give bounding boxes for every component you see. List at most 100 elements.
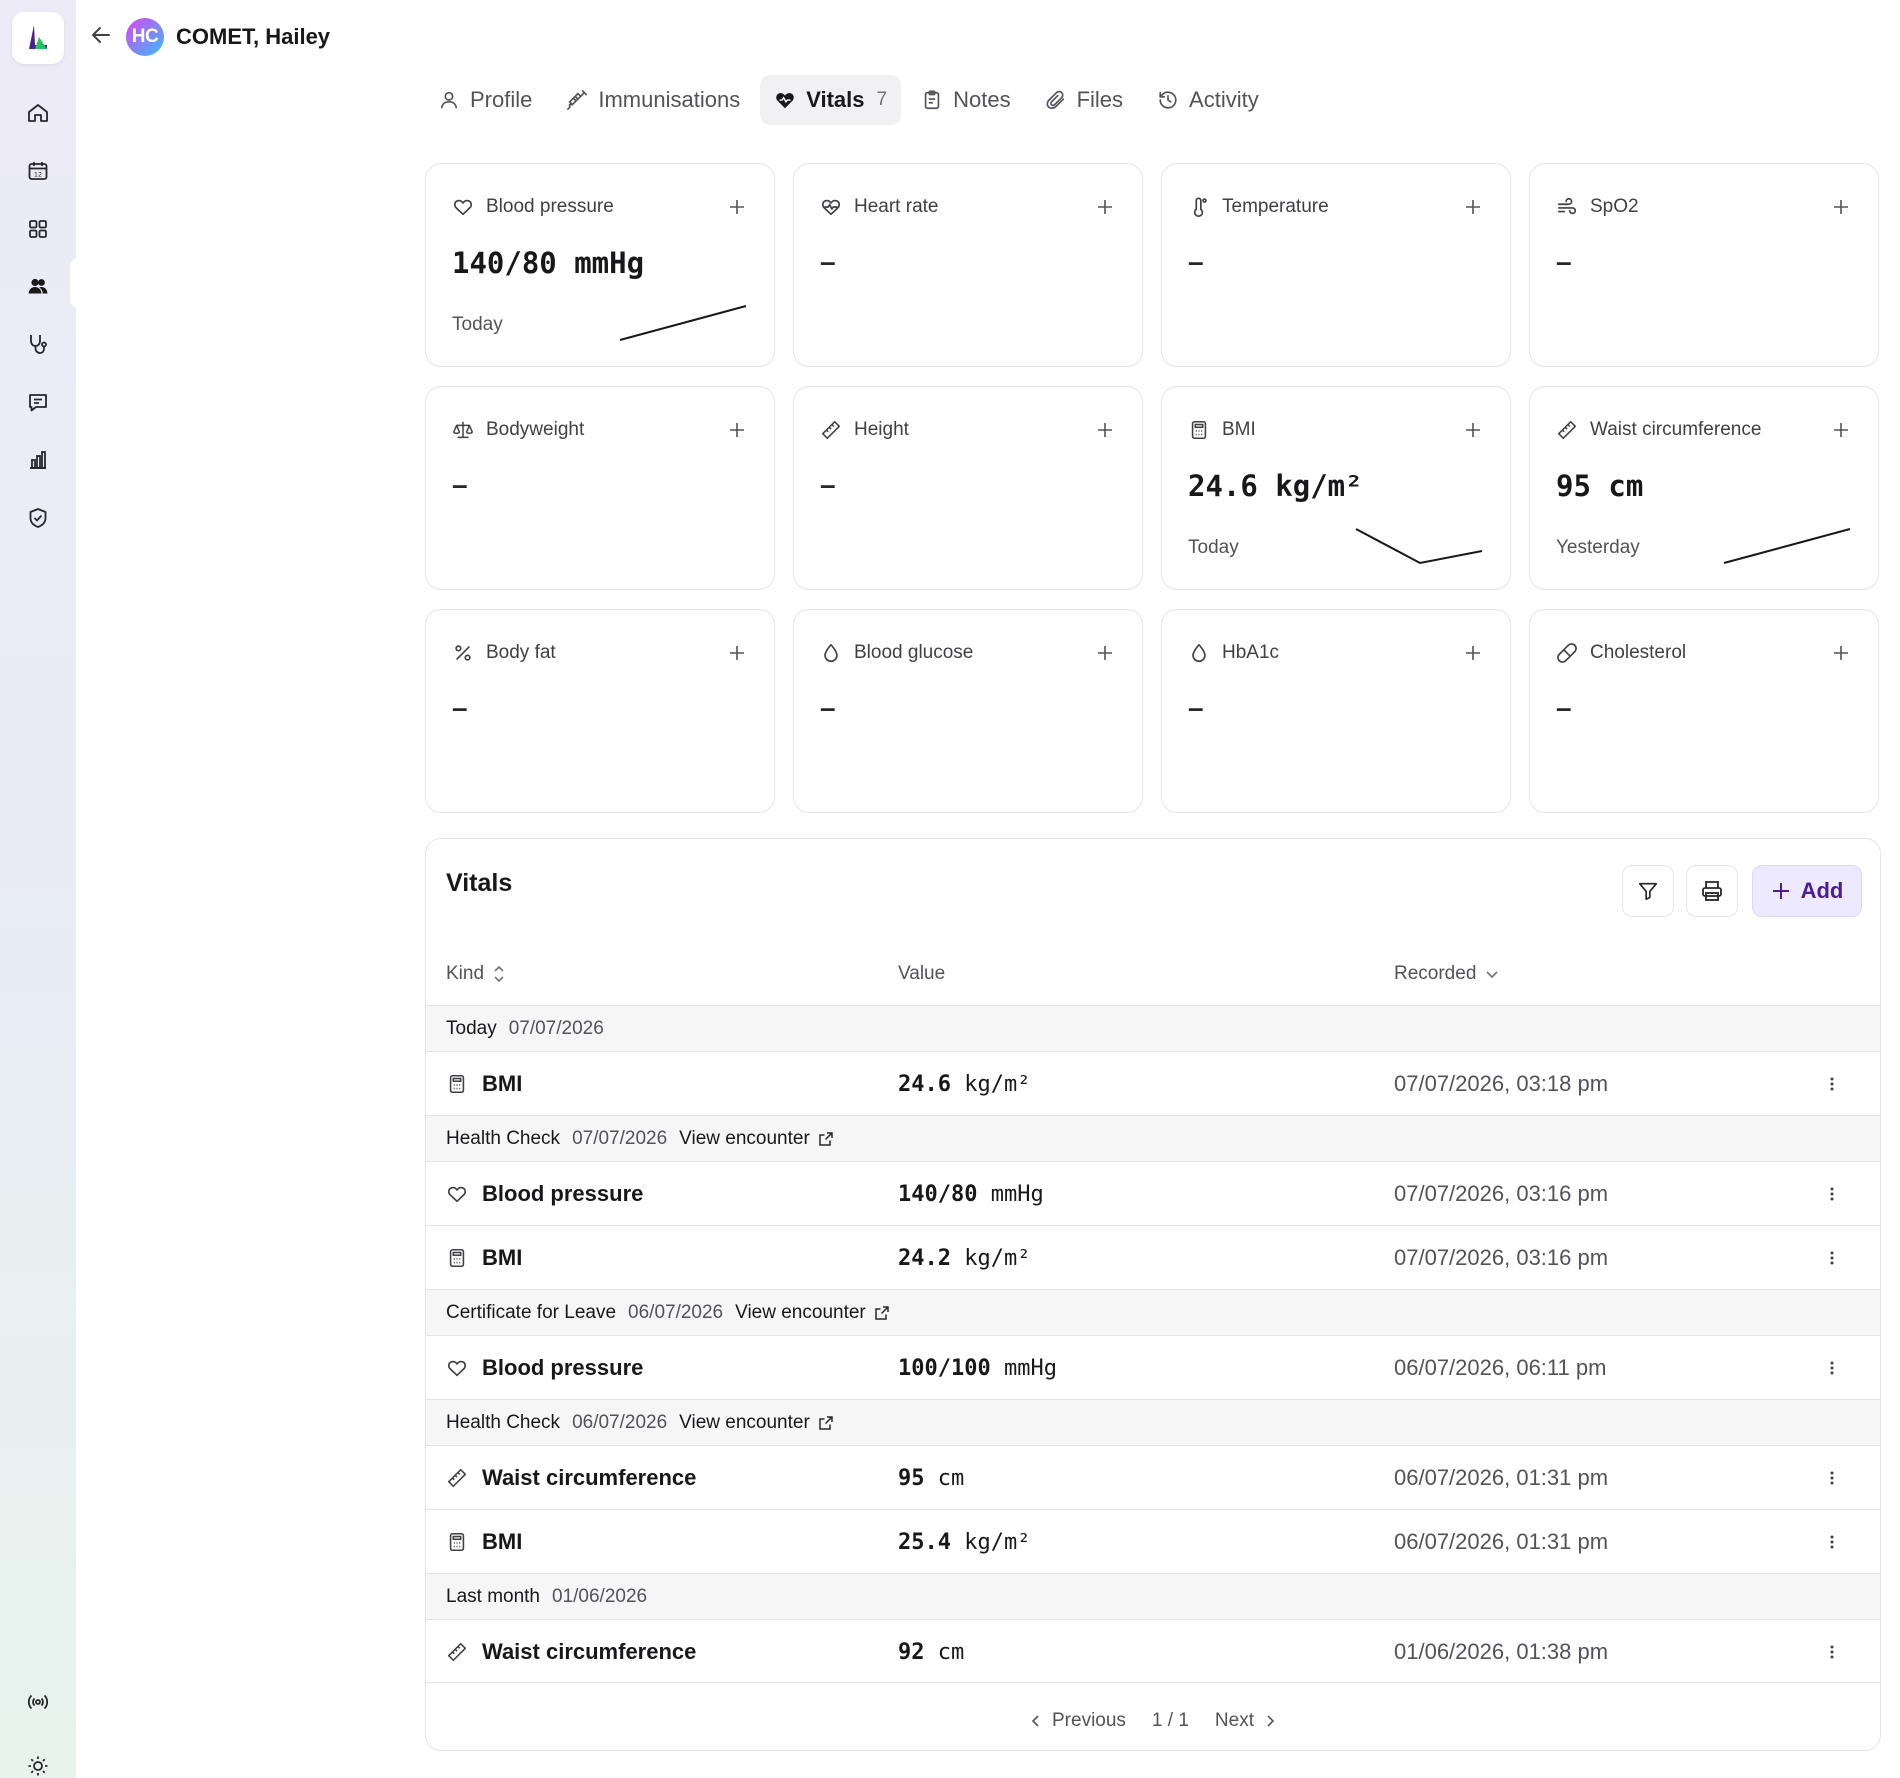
table-row[interactable]: Waist circumference 95 cm 06/07/2026, 01… <box>426 1445 1880 1509</box>
table-row[interactable]: Waist circumference 92 cm 01/06/2026, 01… <box>426 1619 1880 1683</box>
vital-card-blood-glucose[interactable]: Blood glucose – <box>793 609 1143 813</box>
table-row[interactable]: Blood pressure 100/100 mmHg 06/07/2026, … <box>426 1335 1880 1399</box>
table-row[interactable]: BMI 24.6 kg/m² 07/07/2026, 03:18 pm <box>426 1051 1880 1115</box>
tab-files[interactable]: Files <box>1031 75 1137 125</box>
add-reading-button[interactable] <box>1094 642 1116 664</box>
tab-label: Immunisations <box>598 87 741 112</box>
home-icon <box>28 104 48 122</box>
tab-label: Notes <box>953 87 1011 112</box>
add-reading-button[interactable] <box>1094 419 1116 441</box>
row-kind: Waist circumference <box>482 1639 697 1664</box>
nav-reports[interactable] <box>0 436 76 484</box>
vital-card-bodyweight[interactable]: Bodyweight – <box>425 386 775 590</box>
view-encounter-link[interactable]: View encounter <box>735 1302 890 1324</box>
row-kind: Blood pressure <box>482 1355 644 1380</box>
shield-check-icon <box>29 508 47 528</box>
stethoscope-icon <box>30 335 47 354</box>
tab-vitals[interactable]: Vitals 7 <box>760 75 902 125</box>
nav-apps[interactable] <box>0 205 76 253</box>
svg-text:12: 12 <box>34 171 42 179</box>
table-row[interactable]: Blood pressure 140/80 mmHg 07/07/2026, 0… <box>426 1161 1880 1225</box>
nav-patients[interactable] <box>0 262 76 310</box>
row-more-button[interactable] <box>1822 1052 1842 1116</box>
heart-pulse-icon <box>821 199 841 216</box>
print-button[interactable] <box>1686 865 1738 917</box>
tab-label: Activity <box>1189 87 1259 112</box>
card-title: Cholesterol <box>1590 642 1687 663</box>
thermometer-icon <box>1193 197 1207 218</box>
nav-clinical[interactable] <box>0 320 76 368</box>
table-row[interactable]: BMI 25.4 kg/m² 06/07/2026, 01:31 pm <box>426 1509 1880 1573</box>
add-vital-button[interactable]: Add <box>1752 865 1862 917</box>
calculator-icon <box>449 1532 465 1552</box>
view-encounter-link[interactable]: View encounter <box>679 1412 834 1434</box>
vital-card-bmi[interactable]: BMI 24.6 kg/m² Today <box>1161 386 1511 590</box>
trend-sparkline <box>619 305 747 341</box>
vital-card-height[interactable]: Height – <box>793 386 1143 590</box>
vital-card-heart-rate[interactable]: Heart rate – <box>793 163 1143 367</box>
vital-card-temperature[interactable]: Temperature – <box>1161 163 1511 367</box>
card-value: – <box>452 692 468 723</box>
nav-home[interactable] <box>0 89 76 137</box>
add-reading-button[interactable] <box>1462 642 1484 664</box>
patient-avatar[interactable]: HC <box>126 18 164 56</box>
more-vertical-icon <box>1830 1361 1834 1375</box>
add-reading-button[interactable] <box>726 642 748 664</box>
row-more-button[interactable] <box>1822 1226 1842 1290</box>
add-reading-button[interactable] <box>1094 196 1116 218</box>
row-more-button[interactable] <box>1822 1510 1842 1574</box>
vital-card-waist-circumference[interactable]: Waist circumference 95 cm Yesterday <box>1529 386 1879 590</box>
card-value: – <box>820 469 836 500</box>
add-reading-button[interactable] <box>726 419 748 441</box>
add-reading-button[interactable] <box>1462 419 1484 441</box>
row-more-button[interactable] <box>1822 1336 1842 1400</box>
vital-card-cholesterol[interactable]: Cholesterol – <box>1529 609 1879 813</box>
add-reading-button[interactable] <box>1830 642 1852 664</box>
row-more-button[interactable] <box>1822 1620 1842 1684</box>
calendar-icon: 12 <box>28 162 48 180</box>
row-value: 140/80 <box>898 1181 978 1207</box>
add-reading-button[interactable] <box>1830 419 1852 441</box>
tab-immunisations[interactable]: Immunisations <box>552 75 754 125</box>
vital-card-hba1c[interactable]: HbA1c – <box>1161 609 1511 813</box>
nav-compliance[interactable] <box>0 494 76 542</box>
add-reading-button[interactable] <box>726 196 748 218</box>
card-title: Blood pressure <box>486 196 614 217</box>
plus-icon <box>1466 423 1480 437</box>
card-title: Blood glucose <box>854 642 974 663</box>
vital-card-blood-pressure[interactable]: Blood pressure 140/80 mmHg Today <box>425 163 775 367</box>
back-button[interactable] <box>86 20 116 50</box>
nav-calendar[interactable]: 12 <box>0 147 76 195</box>
table-row[interactable]: BMI 24.2 kg/m² 07/07/2026, 03:16 pm <box>426 1225 1880 1289</box>
nav-broadcast[interactable] <box>0 1678 76 1726</box>
view-encounter-link[interactable]: View encounter <box>679 1128 834 1150</box>
ruler-icon <box>447 1642 467 1662</box>
add-reading-button[interactable] <box>1830 196 1852 218</box>
group-date: 01/06/2026 <box>552 1585 648 1607</box>
external-link-icon <box>819 1415 833 1430</box>
tab-activity[interactable]: Activity <box>1143 75 1273 125</box>
nav-theme-toggle[interactable] <box>0 1742 76 1778</box>
next-page-button[interactable]: Next <box>1215 1710 1276 1732</box>
group-label: Last month <box>446 1585 540 1607</box>
row-more-button[interactable] <box>1822 1446 1842 1510</box>
row-more-button[interactable] <box>1822 1162 1842 1226</box>
vital-card-body-fat[interactable]: Body fat – <box>425 609 775 813</box>
user-icon <box>440 91 458 109</box>
vital-card-spo2[interactable]: SpO2 – <box>1529 163 1879 367</box>
app-logo[interactable] <box>12 12 64 64</box>
tab-notes[interactable]: Notes <box>907 75 1024 125</box>
card-title: Height <box>854 419 909 440</box>
add-reading-button[interactable] <box>1462 196 1484 218</box>
external-link-icon <box>875 1305 889 1320</box>
filter-button[interactable] <box>1622 865 1674 917</box>
previous-page-button[interactable]: Previous <box>1030 1710 1126 1732</box>
group-date: 07/07/2026 <box>508 1017 604 1039</box>
card-title: Heart rate <box>854 196 939 217</box>
column-header-kind[interactable]: Kind <box>446 963 506 985</box>
column-header-recorded[interactable]: Recorded <box>1394 963 1500 985</box>
nav-messages[interactable] <box>0 378 76 426</box>
calculator-icon <box>449 1248 465 1268</box>
tab-profile[interactable]: Profile <box>424 75 546 125</box>
row-kind: BMI <box>482 1071 523 1096</box>
